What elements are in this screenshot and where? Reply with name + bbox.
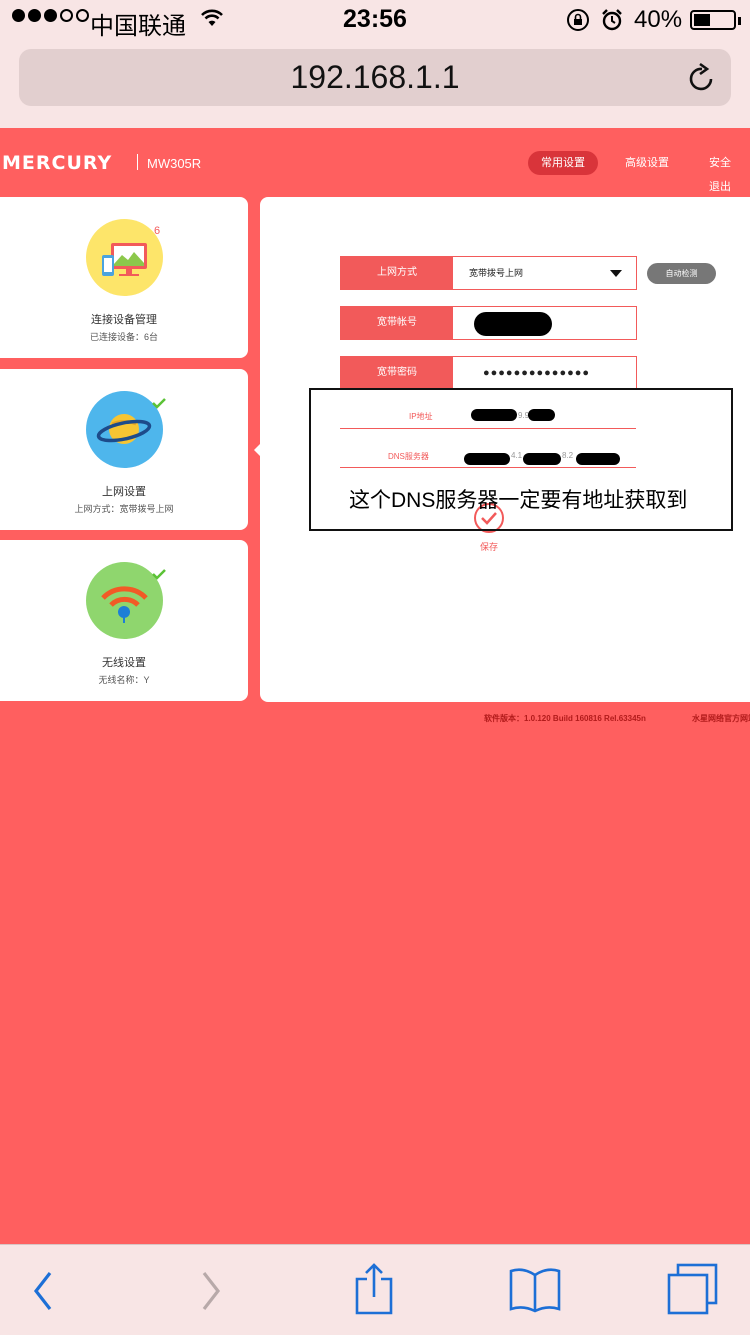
bookmarks-icon[interactable] (508, 1245, 562, 1335)
card-title: 连接设备管理 (91, 314, 157, 326)
address-bar[interactable]: 192.168.1.1 (19, 49, 731, 106)
nav-advanced-settings[interactable]: 高级设置 (612, 151, 682, 175)
logo-divider (137, 154, 138, 170)
nav-logout[interactable]: 安全退出 (696, 151, 750, 193)
device-count-badge: 6 (154, 225, 161, 237)
official-site-link[interactable]: 水星网络官方网站 (692, 713, 750, 724)
back-icon[interactable] (28, 1245, 58, 1335)
annotation-text: 这个DNS服务器一定要有地址获取到 (349, 489, 688, 512)
connection-type-value[interactable]: 宽带拨号上网 (469, 257, 523, 289)
field-label: 宽带密码 (341, 357, 453, 389)
mercury-logo: MERCURY (2, 152, 113, 174)
browser-toolbar (0, 1244, 750, 1335)
card-title: 无线设置 (102, 657, 146, 669)
account-field[interactable]: 宽带帐号 (340, 306, 637, 340)
auto-detect-button[interactable]: 自动检测 (647, 263, 716, 284)
share-icon[interactable] (352, 1245, 396, 1335)
battery-percent: 40% (634, 6, 683, 33)
card-wireless-settings[interactable]: 无线设置 无线名称：Y (0, 540, 248, 701)
software-version: 软件版本：1.0.120 Build 160816 Rel.63345n (484, 714, 646, 723)
alarm-icon (602, 9, 622, 31)
password-value[interactable]: ●●●●●●●●●●●●●● (483, 357, 590, 389)
reload-icon[interactable] (687, 61, 717, 93)
password-field[interactable]: 宽带密码 ●●●●●●●●●●●●●● (340, 356, 637, 390)
connection-type-select[interactable]: 上网方式 宽带拨号上网 (340, 256, 637, 290)
check-icon (152, 569, 166, 580)
forward-icon[interactable] (196, 1245, 226, 1335)
rotation-lock-icon (567, 9, 589, 31)
card-device-management[interactable]: 6 连接设备管理 已连接设备：6台 (0, 197, 248, 358)
router-header: MERCURY MW305R 常用设置 高级设置 安全退出 (0, 128, 750, 198)
card-subtitle: 无线名称：Y (98, 675, 150, 685)
battery-icon (690, 10, 741, 30)
device-management-icon (86, 219, 163, 296)
nav-common-settings[interactable]: 常用设置 (528, 151, 598, 175)
card-internet-settings[interactable]: 上网设置 上网方式：宽带拨号上网 (0, 369, 248, 530)
ios-top-area: 中国联通 23:56 40% 192.168.1.1 (0, 0, 750, 128)
card-subtitle: 已连接设备：6台 (89, 332, 158, 342)
status-bar: 中国联通 23:56 40% (0, 0, 750, 40)
card-subtitle: 上网方式：宽带拨号上网 (74, 504, 174, 514)
redacted-account (474, 312, 552, 336)
url-text[interactable]: 192.168.1.1 (19, 59, 731, 96)
field-label: 上网方式 (341, 257, 453, 289)
card-title: 上网设置 (102, 486, 146, 498)
save-label[interactable]: 保存 (480, 540, 498, 553)
field-label: 宽带帐号 (341, 307, 453, 339)
router-model: MW305R (147, 156, 202, 171)
dropdown-caret-icon[interactable] (610, 270, 622, 277)
check-icon (152, 398, 166, 409)
tabs-icon[interactable] (666, 1245, 720, 1335)
